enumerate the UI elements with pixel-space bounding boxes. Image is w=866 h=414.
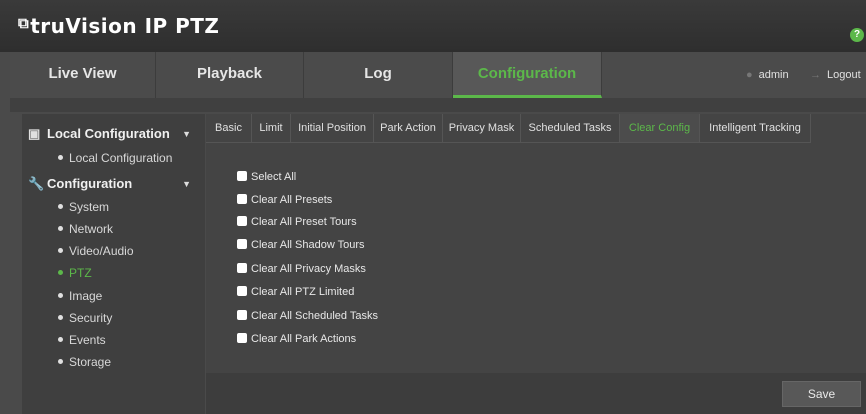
user-icon: ● [746,69,753,81]
tab-playback[interactable]: Playback [156,52,304,98]
sidebar-header-local-configuration[interactable]: ▣ Local Configuration ▼ [22,122,205,146]
checkbox-box[interactable] [237,286,247,297]
chevron-down-icon: ▼ [182,179,191,189]
bullet-icon [58,315,63,321]
subtab-clear-config[interactable]: Clear Config [620,114,700,142]
bullet-icon [58,293,63,299]
monitor-gear-icon: ▣ [28,126,41,141]
checkbox-box[interactable] [237,171,247,182]
checkbox-box[interactable] [237,263,247,274]
wrench-icon: 🔧 [28,176,45,191]
clear-all-preset-tours-checkbox[interactable]: Clear All Preset Tours [237,212,357,232]
nav-separator [10,98,866,112]
checkbox-box[interactable] [237,310,247,321]
sidebar-header-configuration[interactable]: 🔧 Configuration ▼ [22,172,205,196]
subtab-park-action[interactable]: Park Action [374,114,443,142]
bullet-icon [58,359,63,365]
subtab-privacy-mask[interactable]: Privacy Mask [443,114,521,142]
checkbox-box[interactable] [237,333,247,344]
checkbox-box[interactable] [237,216,247,227]
footer-bar: Save [206,373,866,414]
config-panel: Basic Limit Initial Position Park Action… [206,114,866,414]
username: admin [758,69,789,81]
chevron-down-icon: ▼ [182,129,191,139]
bullet-icon [58,337,63,343]
clear-all-ptz-limited-checkbox[interactable]: Clear All PTZ Limited [237,282,354,302]
checkbox-box[interactable] [237,239,247,250]
sidebar-item-image[interactable]: Image [58,286,102,306]
clear-all-privacy-masks-checkbox[interactable]: Clear All Privacy Masks [237,259,366,279]
logout-icon: → [810,69,821,81]
clear-all-presets-checkbox[interactable]: Clear All Presets [237,190,332,210]
tab-live-view[interactable]: Live View [10,52,156,98]
bullet-icon [58,155,63,161]
logo: ⧉truVision IP PTZ [18,14,219,38]
sidebar-item-events[interactable]: Events [58,330,106,350]
bullet-icon [58,270,63,276]
sidebar-header-label: Local Configuration [47,126,170,141]
sidebar-item-ptz[interactable]: PTZ [58,263,92,283]
tab-log[interactable]: Log [304,52,453,98]
sidebar-item-storage[interactable]: Storage [58,352,111,372]
subtab-initial-position[interactable]: Initial Position [291,114,374,142]
bullet-icon [58,204,63,210]
logout-link[interactable]: → Logout [810,52,861,98]
help-icon[interactable]: ? [850,28,864,42]
clear-all-shadow-tours-checkbox[interactable]: Clear All Shadow Tours [237,235,365,255]
sidebar: ▣ Local Configuration ▼ Local Configurati… [22,114,205,414]
clear-all-park-actions-checkbox[interactable]: Clear All Park Actions [237,329,356,349]
subtab-limit[interactable]: Limit [252,114,291,142]
sidebar-item-system[interactable]: System [58,197,109,217]
logo-text: truVision IP PTZ [30,14,220,38]
subtab-basic[interactable]: Basic [206,114,252,142]
clear-all-scheduled-tasks-checkbox[interactable]: Clear All Scheduled Tasks [237,306,378,326]
logout-label: Logout [827,69,861,81]
subtab-intelligent-tracking[interactable]: Intelligent Tracking [700,114,811,142]
main-nav: Live View Playback Log Configuration ● ad… [10,52,866,98]
sidebar-header-label: Configuration [47,176,133,191]
bullet-icon [58,248,63,254]
checkbox-box[interactable] [237,194,247,205]
select-all-checkbox[interactable]: Select All [237,167,296,187]
bullet-icon [58,226,63,232]
sidebar-item-video-audio[interactable]: Video/Audio [58,241,134,261]
logo-mark-icon: ⧉ [18,14,30,32]
save-button[interactable]: Save [782,381,861,407]
tab-configuration[interactable]: Configuration [453,52,602,98]
app-header: ⧉truVision IP PTZ ? [0,0,866,52]
sidebar-item-local-configuration[interactable]: Local Configuration [58,148,172,168]
user-menu[interactable]: ● admin [746,52,789,98]
subtab-bar: Basic Limit Initial Position Park Action… [206,114,811,143]
sidebar-item-network[interactable]: Network [58,219,113,239]
sidebar-item-security[interactable]: Security [58,308,112,328]
subtab-scheduled-tasks[interactable]: Scheduled Tasks [521,114,620,142]
